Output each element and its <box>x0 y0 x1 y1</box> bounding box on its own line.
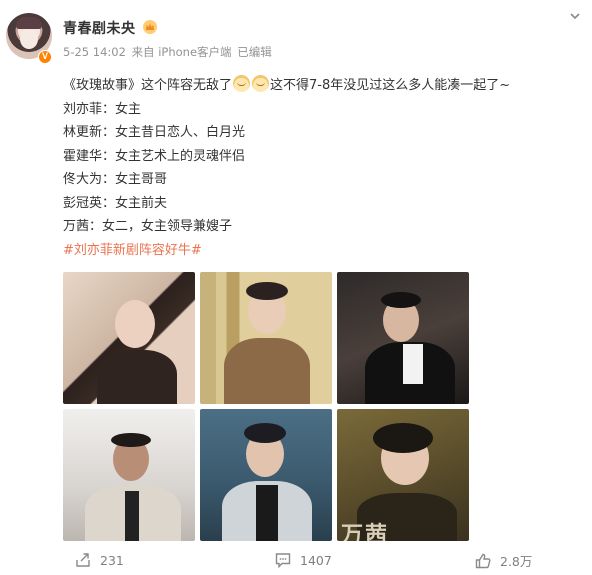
crown-icon <box>143 20 157 34</box>
post-source: 来自 iPhone客户端 <box>131 45 232 59</box>
repost-button[interactable]: 231 <box>74 551 124 569</box>
photo-thumbnail[interactable] <box>63 272 195 404</box>
verified-badge-icon: V <box>38 50 52 64</box>
post-date[interactable]: 5-25 14:02 <box>63 45 126 59</box>
photo-thumbnail[interactable]: 万茜 <box>337 409 469 541</box>
post-line: 佟大为：女主哥哥 <box>63 172 168 187</box>
more-icon[interactable] <box>566 12 584 22</box>
post-line: 刘亦菲：女主 <box>63 101 142 117</box>
like-icon <box>475 553 491 568</box>
username[interactable]: 青春剧未央 <box>63 18 136 38</box>
post-meta: 5-25 14:02 来自 iPhone客户端 已编辑 <box>63 44 274 60</box>
laugh-emoji-icon <box>252 75 270 92</box>
post-line: 霍建华：女主艺术上的灵魂伴侣 <box>63 148 246 164</box>
repost-count: 231 <box>100 552 124 568</box>
avatar-face <box>20 29 38 49</box>
laugh-emoji-icon <box>233 75 251 92</box>
comment-button[interactable]: 1407 <box>274 551 332 569</box>
photo-thumbnail[interactable] <box>63 409 195 541</box>
comment-icon <box>275 553 291 569</box>
hashtag-link[interactable]: #刘亦菲新剧阵容好牛# <box>63 239 583 263</box>
like-count: 2.8万 <box>500 554 533 569</box>
photo-thumbnail[interactable] <box>200 272 332 404</box>
edited-label[interactable]: 已编辑 <box>237 45 272 59</box>
weibo-post-card: V 青春剧未央 5-25 14:02 来自 iPhone客户端 已编辑 《玫瑰故… <box>0 0 592 575</box>
photo-grid: 万茜 <box>63 272 469 541</box>
photo-watermark: 万茜 <box>341 522 390 541</box>
repost-icon <box>76 553 90 567</box>
post-line-intro: 《玫瑰故事》这个阵容无敌了 这不得7-8年没见过这么多人能凑一起了~ <box>63 74 583 98</box>
post-line: 彭冠英：女主前夫 <box>63 195 168 211</box>
post-text: 《玫瑰故事》这个阵容无敌了 这不得7-8年没见过这么多人能凑一起了~ 刘亦菲：女主… <box>63 74 583 262</box>
post-line: 万茜：女二，女主领导兼嫂子 <box>63 219 233 234</box>
intro-text-a: 《玫瑰故事》这个阵容无敌了 <box>63 78 233 93</box>
like-button[interactable]: 2.8万 <box>474 551 532 570</box>
photo-thumbnail[interactable] <box>337 272 469 404</box>
intro-text-b: 这不得7-8年没见过这么多人能凑一起了~ <box>270 78 511 93</box>
comment-count: 1407 <box>300 552 332 568</box>
post-line: 林更新：女主昔日恋人、白月光 <box>63 125 246 140</box>
photo-thumbnail[interactable] <box>200 409 332 541</box>
avatar-hair <box>16 17 42 29</box>
action-bar: 231 1407 2.8万 <box>0 546 592 575</box>
